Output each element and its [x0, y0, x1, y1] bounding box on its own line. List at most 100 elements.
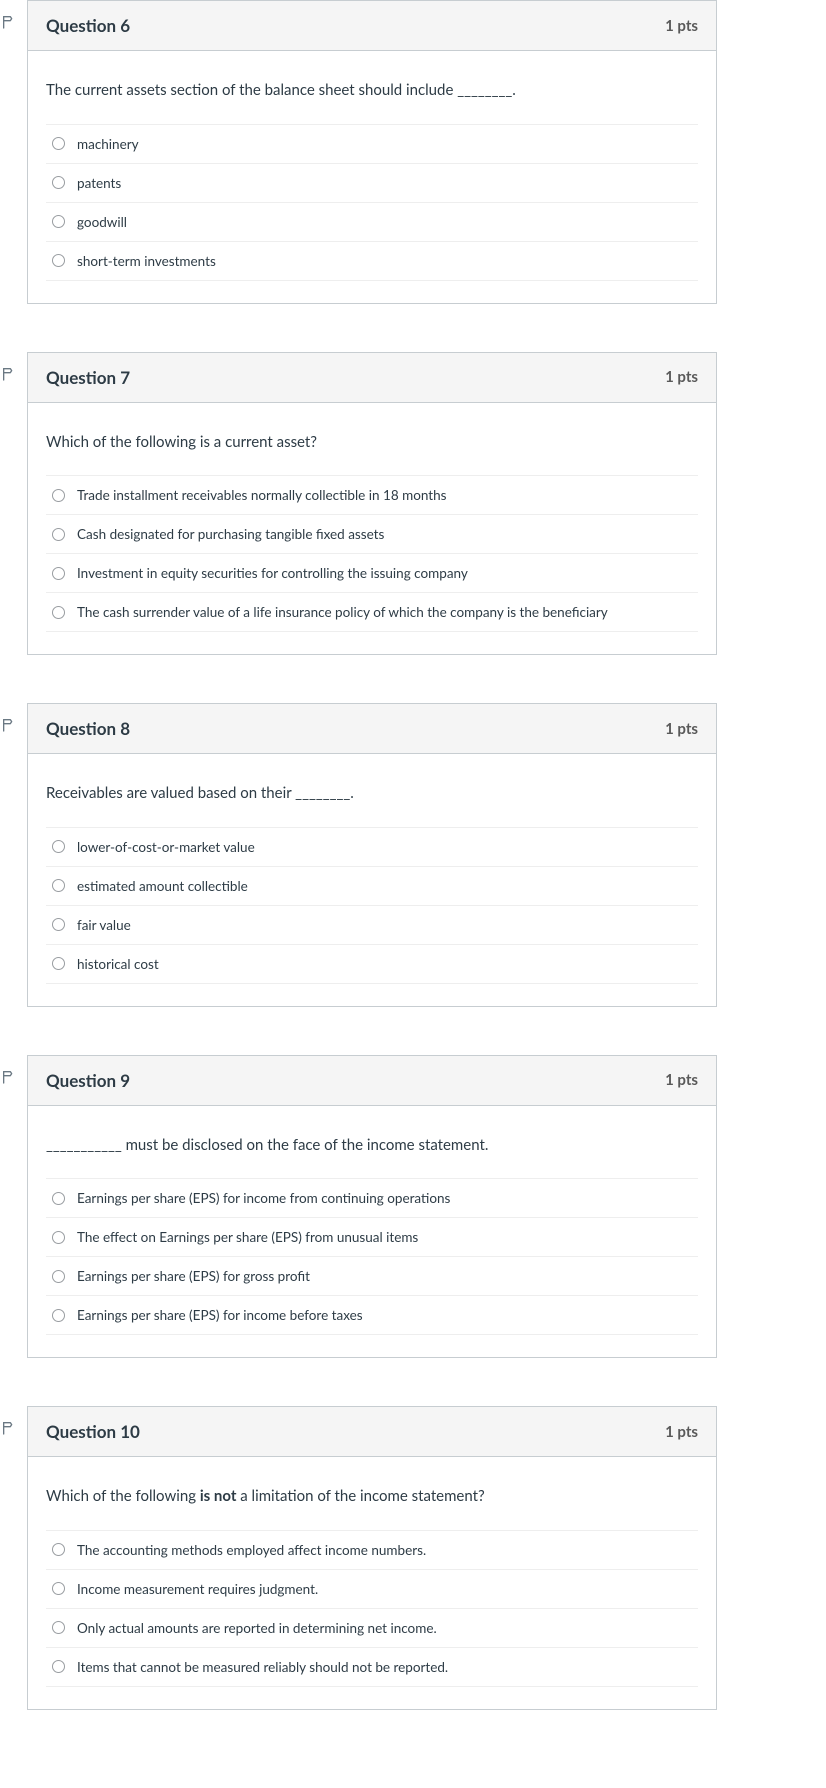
- question-points: 1 pts: [665, 368, 698, 386]
- answer-option[interactable]: patents: [46, 163, 698, 202]
- answer-label: fair value: [77, 917, 131, 933]
- question-header: Question 71 pts: [28, 353, 716, 403]
- flag-icon[interactable]: [1, 1069, 17, 1085]
- answer-label: lower-of-cost-or-market value: [77, 839, 255, 855]
- radio-icon[interactable]: [52, 1192, 65, 1205]
- question-text: Which of the following is a current asse…: [46, 431, 698, 454]
- radio-icon[interactable]: [52, 215, 65, 228]
- answer-label: Investment in equity securities for cont…: [77, 565, 468, 581]
- question-header: Question 10 1 pts: [28, 1407, 716, 1457]
- answer-option[interactable]: estimated amount collectible: [46, 866, 698, 905]
- answer-label: patents: [77, 175, 121, 191]
- answer-option[interactable]: The accounting methods employed affect i…: [46, 1530, 698, 1569]
- question-card: Question 8 1 pts Receivables are valued ba…: [27, 703, 717, 1007]
- answer-option[interactable]: Earnings per share (EPS) for income from…: [46, 1178, 698, 1217]
- question-card: Question 71 pts Which of the following is…: [27, 352, 717, 656]
- radio-icon[interactable]: [52, 957, 65, 970]
- radio-icon[interactable]: [52, 1543, 65, 1556]
- flag-icon[interactable]: [1, 717, 17, 733]
- flag-icon[interactable]: [1, 1420, 17, 1436]
- question-header: Question 91 pts: [28, 1056, 716, 1106]
- answer-option[interactable]: The cash surrender value of a life insur…: [46, 592, 698, 632]
- radio-icon[interactable]: [52, 489, 65, 502]
- answer-option[interactable]: goodwill: [46, 202, 698, 241]
- answer-label: Earnings per share (EPS) for income from…: [77, 1190, 450, 1206]
- question-points: 1 pts: [665, 1423, 698, 1441]
- question-body: Which of the following is a current asse…: [28, 403, 716, 655]
- answer-label: Earnings per share (EPS) for income befo…: [77, 1307, 363, 1323]
- question-body: Which of the following is not a limitati…: [28, 1457, 716, 1709]
- question-title: Question 8: [46, 718, 130, 739]
- radio-icon[interactable]: [52, 176, 65, 189]
- answers-list: Trade installment receivables normally c…: [46, 475, 698, 632]
- answer-label: short-term investments: [77, 253, 216, 269]
- question-title: Question 10: [46, 1421, 140, 1442]
- answer-option[interactable]: Cash designated for purchasing tangible …: [46, 514, 698, 553]
- radio-icon[interactable]: [52, 254, 65, 267]
- answer-label: The cash surrender value of a life insur…: [77, 604, 608, 620]
- answer-option[interactable]: short-term investments: [46, 241, 698, 281]
- answer-label: estimated amount collectible: [77, 878, 248, 894]
- answer-option[interactable]: Income measurement requires judgment.: [46, 1569, 698, 1608]
- radio-icon[interactable]: [52, 840, 65, 853]
- answer-option[interactable]: Investment in equity securities for cont…: [46, 553, 698, 592]
- radio-icon[interactable]: [52, 528, 65, 541]
- radio-icon[interactable]: [52, 1582, 65, 1595]
- answer-option[interactable]: Earnings per share (EPS) for income befo…: [46, 1295, 698, 1335]
- radio-icon[interactable]: [52, 137, 65, 150]
- radio-icon[interactable]: [52, 1231, 65, 1244]
- answer-label: Earnings per share (EPS) for gross profi…: [77, 1268, 310, 1284]
- question-text: ___________ must be disclosed on the fac…: [46, 1134, 698, 1157]
- radio-icon[interactable]: [52, 879, 65, 892]
- answer-option[interactable]: The effect on Earnings per share (EPS) f…: [46, 1217, 698, 1256]
- radio-icon[interactable]: [52, 606, 65, 619]
- question-block: Question 10 1 pts Which of the following i…: [27, 1406, 826, 1710]
- question-header: Question 8 1 pts: [28, 704, 716, 754]
- answer-label: Trade installment receivables normally c…: [77, 487, 447, 503]
- answer-option[interactable]: fair value: [46, 905, 698, 944]
- answer-option[interactable]: Items that cannot be measured reliably s…: [46, 1647, 698, 1687]
- answer-option[interactable]: Only actual amounts are reported in dete…: [46, 1608, 698, 1647]
- answer-label: goodwill: [77, 214, 127, 230]
- answer-label: Items that cannot be measured reliably s…: [77, 1659, 448, 1675]
- answer-label: historical cost: [77, 956, 159, 972]
- question-block: Question 8 1 pts Receivables are valued ba…: [27, 703, 826, 1007]
- question-card: Question 6 1 pts The current assets sectio…: [27, 0, 717, 304]
- question-points: 1 pts: [665, 17, 698, 35]
- answer-option[interactable]: lower-of-cost-or-market value: [46, 827, 698, 866]
- question-title: Question 6: [46, 15, 130, 36]
- question-header: Question 6 1 pts: [28, 1, 716, 51]
- question-block: Question 6 1 pts The current assets sectio…: [27, 0, 826, 304]
- question-text: Receivables are valued based on their __…: [46, 782, 698, 805]
- question-block: Question 91 pts ___________ must be discl…: [27, 1055, 826, 1359]
- question-points: 1 pts: [665, 720, 698, 738]
- answer-label: The accounting methods employed affect i…: [77, 1542, 426, 1558]
- question-card: Question 91 pts ___________ must be discl…: [27, 1055, 717, 1359]
- radio-icon[interactable]: [52, 1309, 65, 1322]
- answer-label: Income measurement requires judgment.: [77, 1581, 318, 1597]
- radio-icon[interactable]: [52, 567, 65, 580]
- answer-label: Only actual amounts are reported in dete…: [77, 1620, 437, 1636]
- answer-option[interactable]: Earnings per share (EPS) for gross profi…: [46, 1256, 698, 1295]
- question-text: The current assets section of the balanc…: [46, 79, 698, 102]
- question-body: ___________ must be disclosed on the fac…: [28, 1106, 716, 1358]
- answers-list: The accounting methods employed affect i…: [46, 1530, 698, 1687]
- question-points: 1 pts: [665, 1071, 698, 1089]
- radio-icon[interactable]: [52, 1270, 65, 1283]
- question-body: Receivables are valued based on their __…: [28, 754, 716, 1006]
- flag-icon[interactable]: [1, 366, 17, 382]
- answer-label: The effect on Earnings per share (EPS) f…: [77, 1229, 418, 1245]
- flag-icon[interactable]: [1, 14, 17, 30]
- radio-icon[interactable]: [52, 1621, 65, 1634]
- quiz-container: Question 6 1 pts The current assets sectio…: [0, 0, 826, 1788]
- question-text: Which of the following is not a limitati…: [46, 1485, 698, 1508]
- radio-icon[interactable]: [52, 918, 65, 931]
- answer-option[interactable]: machinery: [46, 124, 698, 163]
- answer-option[interactable]: historical cost: [46, 944, 698, 984]
- question-block: Question 71 pts Which of the following is…: [27, 352, 826, 656]
- answer-label: machinery: [77, 136, 139, 152]
- answer-option[interactable]: Trade installment receivables normally c…: [46, 475, 698, 514]
- radio-icon[interactable]: [52, 1660, 65, 1673]
- question-card: Question 10 1 pts Which of the following i…: [27, 1406, 717, 1710]
- answers-list: Earnings per share (EPS) for income from…: [46, 1178, 698, 1335]
